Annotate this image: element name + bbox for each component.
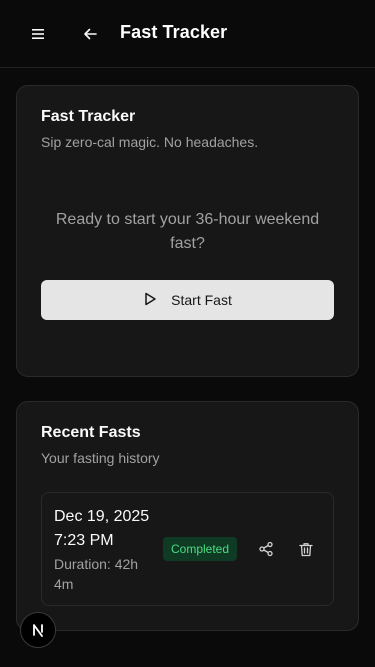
fast-duration: Duration: 42h 4m	[54, 556, 139, 592]
start-fast-label: Start Fast	[171, 292, 232, 308]
recent-fasts-card: Recent Fasts Your fasting history Dec 19…	[16, 401, 359, 631]
app-header: Fast Tracker	[0, 0, 375, 68]
share-icon[interactable]	[252, 535, 280, 563]
hamburger-menu-icon[interactable]	[24, 20, 52, 48]
fast-history-item: Dec 19, 2025 7:23 PM Duration: 42h 4m Co…	[41, 492, 334, 606]
arrow-left-icon[interactable]	[76, 20, 104, 48]
play-icon	[143, 292, 157, 309]
page-title: Fast Tracker	[120, 22, 228, 42]
tracker-card-title: Fast Tracker	[41, 108, 136, 125]
fast-prompt-text: Ready to start your 36-hour weekend fast…	[55, 211, 320, 252]
app-root: Fast Tracker Fast Tracker Sip zero-cal m…	[0, 0, 375, 667]
n-logo-icon	[33, 624, 43, 637]
fast-date: Dec 19, 2025 7:23 PM	[54, 508, 150, 549]
start-fast-button[interactable]: Start Fast	[41, 280, 334, 320]
status-badge: Completed	[163, 537, 238, 561]
fast-tracker-card: Fast Tracker Sip zero-cal magic. No head…	[16, 85, 359, 377]
history-card-title: Recent Fasts	[41, 424, 141, 441]
tracker-card-subtitle: Sip zero-cal magic. No headaches.	[41, 134, 259, 150]
trash-icon[interactable]	[292, 535, 320, 563]
history-card-subtitle: Your fasting history	[41, 450, 160, 466]
next-logo-badge[interactable]	[20, 612, 56, 648]
